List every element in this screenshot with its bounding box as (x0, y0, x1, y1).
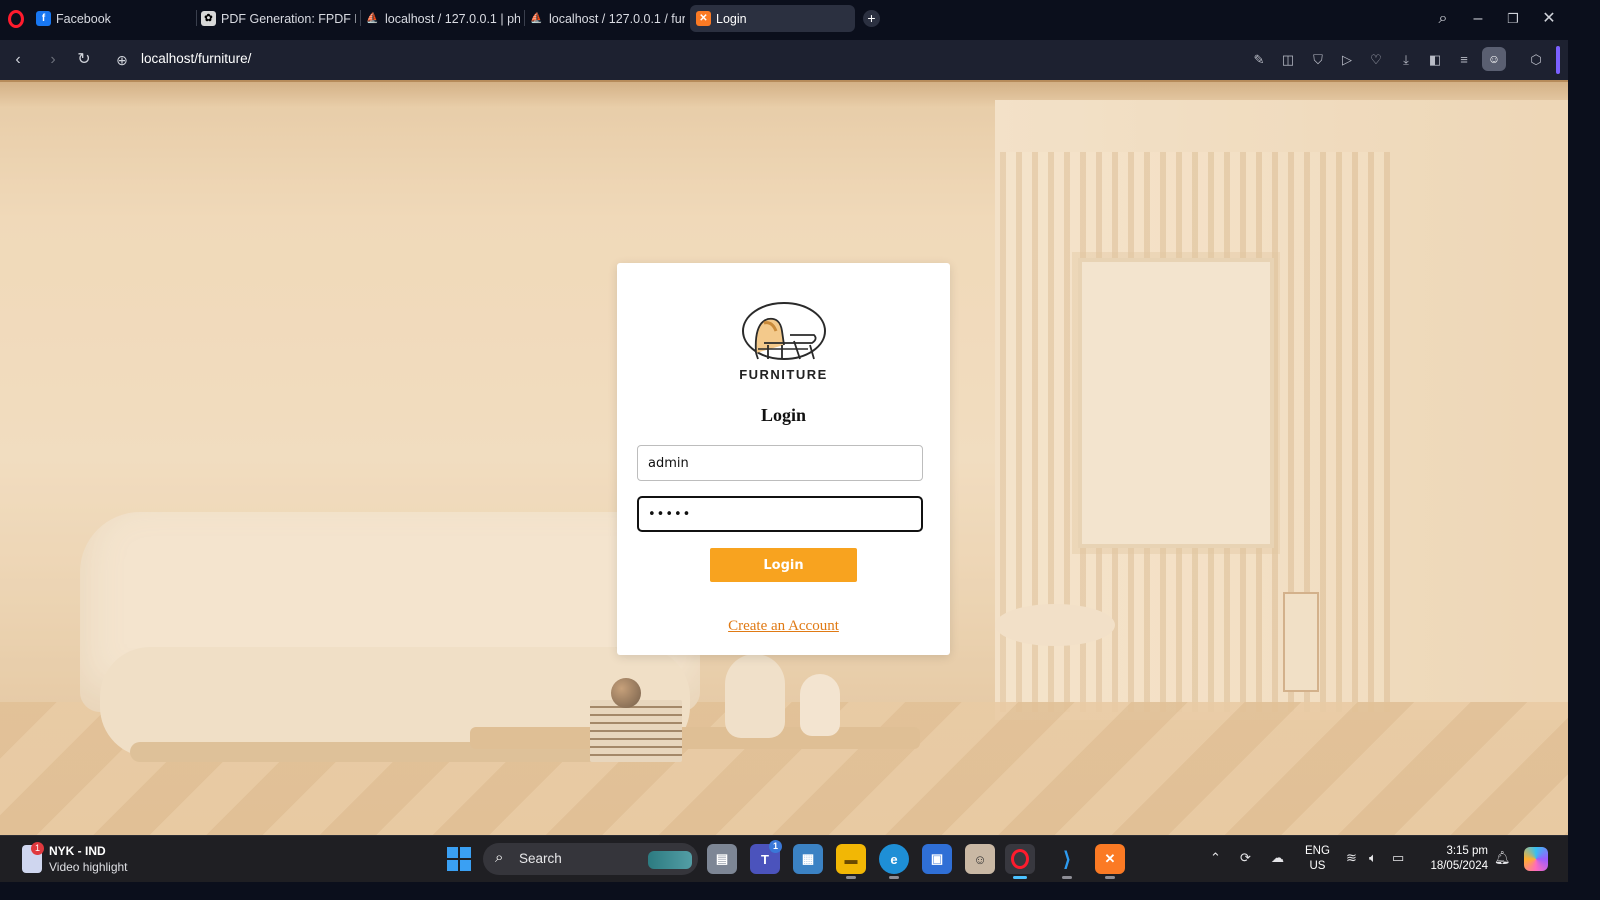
volume-muted-icon[interactable]: 🔈︎ (1369, 850, 1377, 866)
app-avatar-icon[interactable]: ☺ (965, 844, 995, 874)
clock-time: 3:15 pm (1446, 845, 1488, 857)
address-bar[interactable]: localhost/furniture/ (141, 51, 251, 66)
search-tabs-icon[interactable]: ⌕ (1431, 8, 1455, 30)
tab-separator (360, 10, 361, 26)
login-title: Login (760, 405, 807, 425)
reload-icon[interactable]: ↻ (73, 49, 95, 71)
microsoft-store-icon[interactable]: ▣ (922, 844, 952, 874)
search-highlight-image (648, 851, 692, 869)
chatgpt-icon: ✿ (201, 11, 216, 26)
widget-subtitle[interactable]: Video highlight (49, 860, 128, 874)
edit-page-icon[interactable]: ✎ (1249, 50, 1269, 70)
new-tab-button[interactable]: + (863, 10, 880, 27)
tab-login[interactable]: ✕ Login (690, 5, 855, 32)
tab-label: PDF Generation: FPDF PHP (221, 11, 356, 26)
close-icon[interactable]: ✕ (1537, 8, 1561, 30)
back-icon[interactable]: ‹ (7, 49, 29, 71)
minimize-icon[interactable]: – (1466, 8, 1490, 30)
heart-icon[interactable]: ♡ (1366, 50, 1386, 70)
tab-phpmyadmin-2[interactable]: ⛵ localhost / 127.0.0.1 / furn (529, 5, 685, 32)
file-explorer-icon[interactable]: ▬ (836, 844, 866, 879)
browser-navigation-bar: ‹ › ↻ ⊕ localhost/furniture/ ✎ ◫ ⛉ ▷ ♡ ⤓… (0, 40, 1568, 80)
tab-label: Facebook (56, 11, 111, 26)
password-input[interactable] (637, 496, 923, 532)
extensions-icon[interactable]: ⬡ (1526, 50, 1546, 70)
tab-separator (196, 10, 197, 26)
widget-badge: 1 (31, 842, 44, 855)
search-label: Search (519, 851, 562, 866)
language-indicator[interactable]: ENG US (1305, 844, 1330, 874)
vscode-icon[interactable]: ⟩ (1052, 844, 1082, 879)
onedrive-icon[interactable]: ☁ (1271, 850, 1284, 866)
region-code: US (1309, 860, 1326, 872)
show-hidden-icons-icon[interactable]: ⌃ (1210, 850, 1221, 866)
tab-pdf-generation[interactable]: ✿ PDF Generation: FPDF PHP (201, 5, 356, 32)
xampp-icon: ✕ (696, 11, 711, 26)
control-panel-icon[interactable]: ▦ (793, 844, 823, 874)
task-view-icon[interactable]: ▤ (707, 844, 737, 874)
battery-icon[interactable]: ▭ (1392, 850, 1404, 866)
windows-start-icon[interactable] (447, 847, 471, 871)
tab-label: Login (716, 11, 747, 26)
tab-facebook[interactable]: f Facebook (36, 5, 186, 32)
tab-phpmyadmin-1[interactable]: ⛵ localhost / 127.0.0.1 | php (365, 5, 520, 32)
notification-bell-icon[interactable]: 🔔︎ (1494, 850, 1511, 866)
play-icon[interactable]: ▷ (1337, 50, 1357, 70)
wifi-icon[interactable]: ≋ (1346, 850, 1357, 866)
tab-separator (524, 10, 525, 26)
facebook-icon: f (36, 11, 51, 26)
download-icon[interactable]: ⤓ (1396, 50, 1416, 70)
sync-icon[interactable]: ⟳ (1240, 850, 1251, 866)
create-account-link[interactable]: Create an Account (617, 618, 950, 635)
sidebar-accent-bar (1556, 46, 1560, 74)
taskbar-search-box[interactable]: ⌕ Search (483, 843, 698, 875)
copilot-icon[interactable] (1524, 847, 1548, 871)
url-host: localhost (141, 51, 195, 66)
language-code: ENG (1305, 845, 1330, 857)
sidebar-toggle-icon[interactable]: ◧ (1425, 50, 1445, 70)
teams-icon[interactable]: T1 (750, 840, 782, 874)
phpmyadmin-icon: ⛵ (530, 13, 543, 24)
widget-title[interactable]: NYK - IND (49, 844, 106, 858)
windows-taskbar: 1 NYK - IND Video highlight ⌕ Search ▤ T… (0, 835, 1568, 882)
username-input[interactable] (637, 445, 923, 481)
tab-label: localhost / 127.0.0.1 / furn (549, 11, 685, 26)
opera-menu-icon[interactable] (8, 10, 24, 28)
login-card: FURNITURE Login Login Create an Account (617, 263, 950, 655)
brand-name: FURNITURE (739, 367, 828, 382)
page-viewport: FURNITURE Login Login Create an Account (0, 80, 1568, 835)
search-icon: ⌕ (495, 849, 504, 866)
snapshot-icon[interactable]: ◫ (1278, 50, 1298, 70)
opera-taskbar-icon[interactable] (1005, 844, 1035, 879)
browser-tab-bar: f Facebook ✿ PDF Generation: FPDF PHP ⛵ … (0, 0, 1568, 38)
clock-date: 18/05/2024 (1430, 860, 1488, 872)
edge-icon[interactable]: e (879, 844, 909, 879)
easy-setup-icon[interactable]: ≡ (1454, 50, 1474, 70)
restore-icon[interactable]: ❐ (1501, 8, 1525, 30)
site-info-icon[interactable]: ⊕ (111, 49, 133, 71)
login-button[interactable]: Login (710, 548, 857, 582)
teams-badge: 1 (769, 840, 782, 853)
forward-icon[interactable]: › (42, 49, 64, 71)
system-clock[interactable]: 3:15 pm 18/05/2024 (1418, 844, 1488, 874)
url-path: /furniture/ (194, 51, 252, 66)
xampp-taskbar-icon[interactable]: ✕ (1095, 844, 1125, 879)
phpmyadmin-icon: ⛵ (366, 13, 379, 24)
shield-icon[interactable]: ⛉ (1308, 50, 1328, 70)
profile-icon[interactable]: ☺ (1482, 47, 1506, 71)
tab-label: localhost / 127.0.0.1 | php (385, 11, 520, 26)
